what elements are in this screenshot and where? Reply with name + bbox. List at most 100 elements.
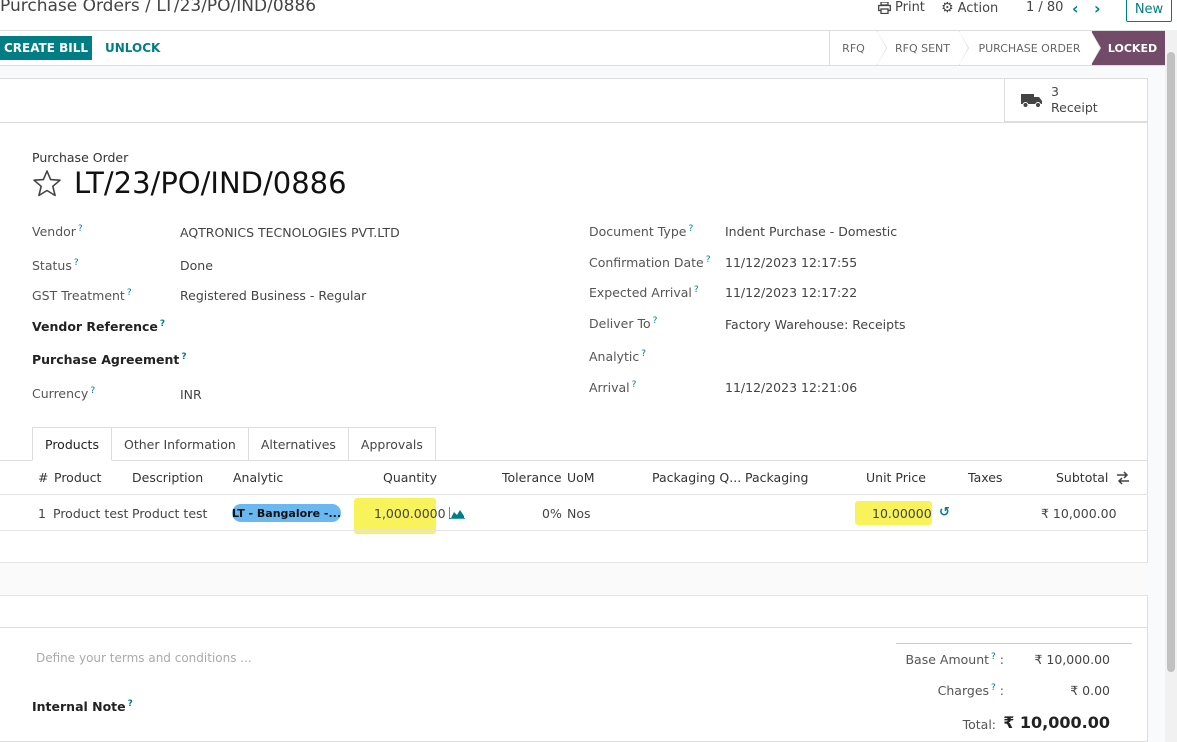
new-button[interactable]: New — [1126, 0, 1172, 22]
help-icon[interactable]: ? — [706, 255, 711, 265]
deliver-to-label: Deliver To? — [589, 316, 658, 332]
help-icon[interactable]: ? — [688, 224, 693, 234]
row-tolerance[interactable]: 0% — [542, 506, 562, 521]
expected-arrival-field[interactable]: 11/12/2023 12:17:22 — [725, 285, 857, 300]
total-label: Total: — [962, 717, 996, 732]
column-header-packaging[interactable]: Packaging — [745, 470, 808, 485]
help-icon[interactable]: ? — [694, 285, 699, 295]
base-amount-value: ₹ 10,000.00 — [1034, 652, 1110, 667]
column-header-quantity[interactable]: Quantity — [383, 470, 437, 485]
terms-conditions-input[interactable]: Define your terms and conditions ... — [36, 651, 252, 665]
optional-columns-icon[interactable] — [1116, 471, 1130, 485]
tab-approvals[interactable]: Approvals — [348, 427, 436, 461]
status-field: Done — [180, 258, 213, 273]
analytic-label: Analytic? — [589, 349, 647, 365]
status-bar: RFQ RFQ SENT PURCHASE ORDER LOCKED — [829, 31, 1165, 65]
help-icon[interactable]: ? — [632, 380, 637, 390]
receipt-label: Receipt — [1051, 99, 1098, 115]
column-header-packaging-qty[interactable]: Packaging Q... — [652, 470, 741, 485]
help-icon[interactable]: ? — [127, 288, 132, 298]
tab-other-information[interactable]: Other Information — [111, 427, 249, 461]
history-icon[interactable]: ↺ — [939, 505, 950, 520]
analytic-tag[interactable]: LT - Bangalore -... — [232, 504, 341, 522]
total-value: ₹ 10,000.00 — [1003, 713, 1110, 732]
print-button[interactable]: Print — [878, 0, 925, 15]
column-header-subtotal[interactable]: Subtotal — [1056, 470, 1108, 485]
notes-divider — [0, 627, 1148, 628]
breadcrumb-separator: / — [139, 0, 157, 16]
help-icon[interactable]: ? — [641, 349, 646, 359]
totals-divider — [896, 643, 1132, 644]
receipt-smart-button[interactable]: 3 Receipt — [1004, 78, 1148, 122]
gst-treatment-label: GST Treatment? — [32, 288, 132, 304]
charges-value: ₹ 0.00 — [1070, 683, 1110, 698]
column-header-taxes[interactable]: Taxes — [968, 470, 1002, 485]
row-uom[interactable]: Nos — [567, 506, 591, 521]
stage-purchase-order[interactable]: PURCHASE ORDER — [959, 31, 1101, 65]
purchase-agreement-field[interactable] — [180, 352, 480, 368]
document-type-field[interactable]: Indent Purchase - Domestic — [725, 224, 897, 239]
help-icon[interactable]: ? — [74, 258, 79, 268]
star-icon[interactable] — [32, 169, 62, 197]
help-icon[interactable]: ? — [653, 316, 658, 326]
po-name: LT/23/PO/IND/0886 — [74, 166, 347, 200]
help-icon[interactable]: ? — [991, 652, 996, 662]
internal-note-label: Internal Note? — [32, 699, 133, 715]
currency-label: Currency? — [32, 386, 96, 402]
empty-table-row — [0, 563, 1148, 595]
help-icon[interactable]: ? — [160, 319, 165, 329]
column-header-unit-price[interactable]: Unit Price — [866, 470, 926, 485]
analytic-field[interactable] — [725, 349, 1025, 365]
help-icon[interactable]: ? — [128, 699, 133, 709]
column-header-uom[interactable]: UoM — [567, 470, 595, 485]
row-unit-price[interactable]: 10.00000 — [872, 506, 932, 521]
print-icon — [878, 1, 891, 14]
deliver-to-field[interactable]: Factory Warehouse: Receipts — [725, 317, 906, 332]
stage-rfq-sent[interactable]: RFQ SENT — [877, 31, 969, 65]
arrival-field: 11/12/2023 12:21:06 — [725, 380, 858, 395]
column-header-product[interactable]: Product — [54, 470, 101, 485]
arrival-label: Arrival? — [589, 380, 637, 396]
stage-locked[interactable]: LOCKED — [1091, 31, 1165, 65]
scrollbar-thumb[interactable] — [1167, 52, 1175, 672]
base-amount-label: Base Amount? : — [905, 652, 1004, 668]
purchase-agreement-label: Purchase Agreement? — [32, 352, 187, 368]
gst-treatment-field[interactable]: Registered Business - Regular — [180, 288, 366, 303]
row-description[interactable]: Product test — [132, 506, 207, 521]
column-header-description[interactable]: Description — [132, 470, 203, 485]
row-product[interactable]: Product test — [53, 506, 128, 521]
vendor-reference-label: Vendor Reference? — [32, 319, 166, 335]
help-icon[interactable]: ? — [90, 386, 95, 396]
unlock-button[interactable]: UNLOCK — [105, 41, 160, 55]
vendor-reference-field[interactable] — [180, 319, 480, 335]
column-header-number: # — [38, 470, 49, 485]
tab-alternatives[interactable]: Alternatives — [248, 427, 349, 461]
help-icon[interactable]: ? — [78, 224, 83, 234]
create-bill-button[interactable]: CREATE BILL — [0, 36, 92, 60]
breadcrumb-current: LT/23/PO/IND/0886 — [156, 0, 317, 16]
chevron-left-icon[interactable]: ‹ — [1072, 0, 1079, 18]
action-button[interactable]: ⚙ Action — [941, 0, 998, 16]
forecast-chart-icon[interactable] — [449, 507, 465, 519]
pager-value[interactable]: 1 / 80 — [1026, 0, 1063, 15]
page-title: LT/23/PO/IND/0886 — [32, 166, 347, 200]
record-type-label: Purchase Order — [32, 150, 129, 165]
row-quantity[interactable]: 1,000.0000 — [374, 506, 446, 521]
breadcrumb-parent-link[interactable]: Purchase Orders — [0, 0, 140, 16]
column-header-tolerance[interactable]: Tolerance — [502, 470, 562, 485]
tab-products[interactable]: Products — [32, 427, 112, 461]
vendor-field[interactable]: AQTRONICS TECNOLOGIES PVT.LTD — [180, 225, 400, 240]
help-icon[interactable]: ? — [991, 683, 996, 693]
stage-rfq[interactable]: RFQ — [829, 31, 887, 65]
breadcrumb: Purchase Orders / LT/23/PO/IND/0886 — [0, 0, 316, 16]
column-header-analytic[interactable]: Analytic — [233, 470, 283, 485]
confirmation-date-field: 11/12/2023 12:17:55 — [725, 255, 858, 270]
document-type-label: Document Type? — [589, 224, 694, 240]
status-label: Status? — [32, 258, 79, 274]
table-header-divider — [0, 494, 1148, 495]
confirmation-date-label: Confirmation Date? — [589, 255, 711, 271]
currency-field[interactable]: INR — [180, 387, 202, 402]
chevron-right-icon[interactable]: › — [1094, 0, 1101, 18]
smart-buttons-divider — [0, 122, 1148, 123]
truck-icon — [1021, 93, 1042, 108]
